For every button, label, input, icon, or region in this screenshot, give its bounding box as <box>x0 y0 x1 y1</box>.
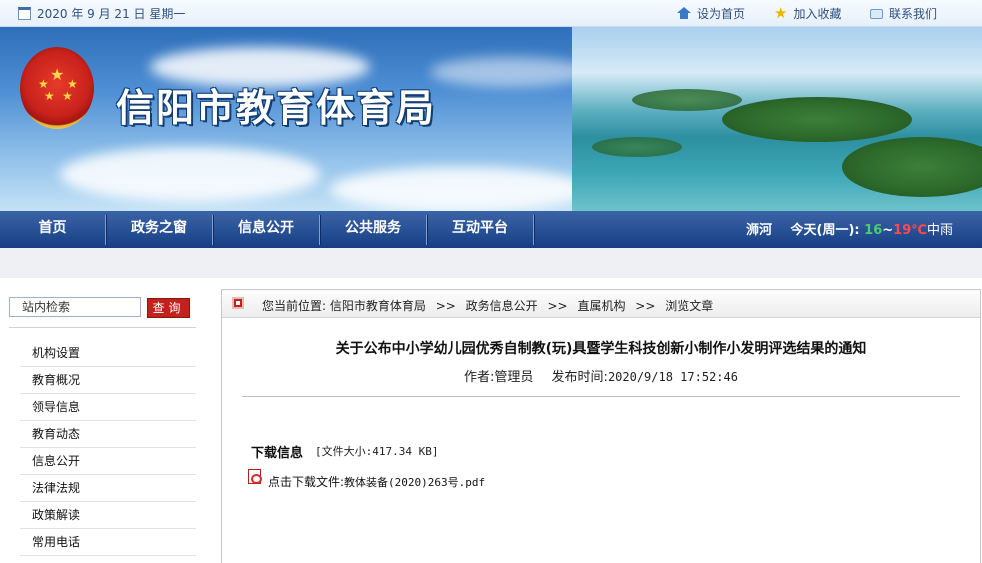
nav-interaction-platform[interactable]: 互动平台 <box>427 211 533 248</box>
set-homepage-label[interactable]: 设为首页 <box>697 5 745 22</box>
set-homepage-link[interactable]: 设为首页 <box>677 5 745 22</box>
site-title: 信阳市教育体育局 <box>116 85 437 130</box>
sidebar-item-education-overview[interactable]: 教育概况 <box>20 367 196 394</box>
weather-high-temp: 19℃ <box>893 223 928 238</box>
breadcrumb-item-current: 浏览文章 <box>665 299 714 313</box>
lake-landscape-image <box>572 27 982 211</box>
weather-widget: 浉河 今天(周一): 16~19℃中雨 <box>746 211 953 251</box>
top-utility-bar: 2020 年 9 月 21 日 星期一 设为首页 ★ 加入收藏 联系我们 <box>0 0 982 27</box>
sidebar-item-leadership[interactable]: 领导信息 <box>20 394 196 421</box>
contact-icon <box>870 8 883 19</box>
nav-bottom-strip <box>0 248 982 278</box>
breadcrumb-prefix: 您当前位置: <box>262 299 327 313</box>
nav-home[interactable]: 首页 <box>0 211 105 248</box>
add-favorite-label[interactable]: 加入收藏 <box>793 5 841 22</box>
sidebar-item-education-news[interactable]: 教育动态 <box>20 421 196 448</box>
site-banner: ★ ★ ★ ★ ★ 信阳市教育体育局 <box>0 27 982 211</box>
sidebar-item-laws[interactable]: 法律法规 <box>20 475 196 502</box>
main-navigation: 首页 政务之窗 信息公开 公共服务 互动平台 浉河 今天(周一): 16~19℃… <box>0 211 982 248</box>
weather-range-separator: ~ <box>882 223 894 238</box>
sidebar-item-phone-directory[interactable]: 常用电话 <box>20 529 196 556</box>
contact-us-label[interactable]: 联系我们 <box>889 5 937 22</box>
download-file-name[interactable]: 教体装备(2020)263号.pdf <box>344 476 485 489</box>
weather-day: 今天(周一): <box>790 223 860 238</box>
article-divider <box>242 396 960 397</box>
nav-information-disclosure[interactable]: 信息公开 <box>213 211 319 248</box>
search-button[interactable]: 查询 <box>147 298 190 318</box>
breadcrumb-separator: >> <box>547 299 568 313</box>
site-search-input[interactable]: 站内检索 <box>9 297 141 317</box>
article-title: 关于公布中小学幼儿园优秀自制教(玩)具暨学生科技创新小制作小发明评选结果的通知 <box>335 341 867 357</box>
date-display: 2020 年 9 月 21 日 星期一 <box>18 5 185 22</box>
add-favorite-link[interactable]: ★ 加入收藏 <box>774 5 841 22</box>
sidebar-item-policy-interpretation[interactable]: 政策解读 <box>20 502 196 529</box>
star-icon: ★ <box>774 4 788 22</box>
breadcrumb-item-affiliated[interactable]: 直属机构 <box>577 299 625 313</box>
home-icon <box>677 7 691 20</box>
contact-us-link[interactable]: 联系我们 <box>870 5 937 22</box>
sidebar-menu: 机构设置 教育概况 领导信息 教育动态 信息公开 法律法规 政策解读 常用电话 <box>20 340 196 556</box>
article-meta: 作者:管理员 发布时间:2020/9/18 17:52:46 <box>222 366 980 385</box>
sidebar-item-information-disclosure[interactable]: 信息公开 <box>20 448 196 475</box>
published-label: 发布时间: <box>551 370 608 385</box>
sidebar-divider <box>9 327 196 328</box>
location-icon <box>232 297 244 309</box>
download-link-prefix[interactable]: 点击下载文件: <box>268 475 344 489</box>
nav-government-window[interactable]: 政务之窗 <box>106 211 212 248</box>
nav-public-service[interactable]: 公共服务 <box>320 211 426 248</box>
weather-city: 浉河 <box>746 223 773 238</box>
download-file-link[interactable]: 点击下载文件:教体装备(2020)263号.pdf <box>268 473 485 490</box>
breadcrumb-separator: >> <box>435 299 456 313</box>
published-time: 2020/9/18 17:52:46 <box>607 370 738 384</box>
breadcrumb-item-gov-info[interactable]: 政务信息公开 <box>466 299 538 313</box>
sidebar-item-organization[interactable]: 机构设置 <box>20 340 196 367</box>
file-size: [文件大小:417.34 KB] <box>315 445 439 458</box>
article-panel: 您当前位置: 信阳市教育体育局 >> 政务信息公开 >> 直属机构 >> 浏览文… <box>221 289 981 563</box>
weather-low-temp: 16 <box>864 223 883 238</box>
breadcrumb-separator: >> <box>635 299 656 313</box>
date-text: 2020 年 9 月 21 日 星期一 <box>37 7 186 21</box>
weather-condition: 中雨 <box>927 223 954 238</box>
breadcrumb-item-home[interactable]: 信阳市教育体育局 <box>330 299 426 313</box>
download-info-label: 下载信息 <box>251 446 304 461</box>
calendar-icon <box>18 7 31 20</box>
pdf-icon <box>248 469 262 484</box>
author-name: 管理员 <box>494 370 534 385</box>
breadcrumb: 您当前位置: 信阳市教育体育局 >> 政务信息公开 >> 直属机构 >> 浏览文… <box>222 290 980 318</box>
national-emblem-logo: ★ ★ ★ ★ ★ <box>20 47 94 129</box>
author-label: 作者: <box>464 370 495 385</box>
